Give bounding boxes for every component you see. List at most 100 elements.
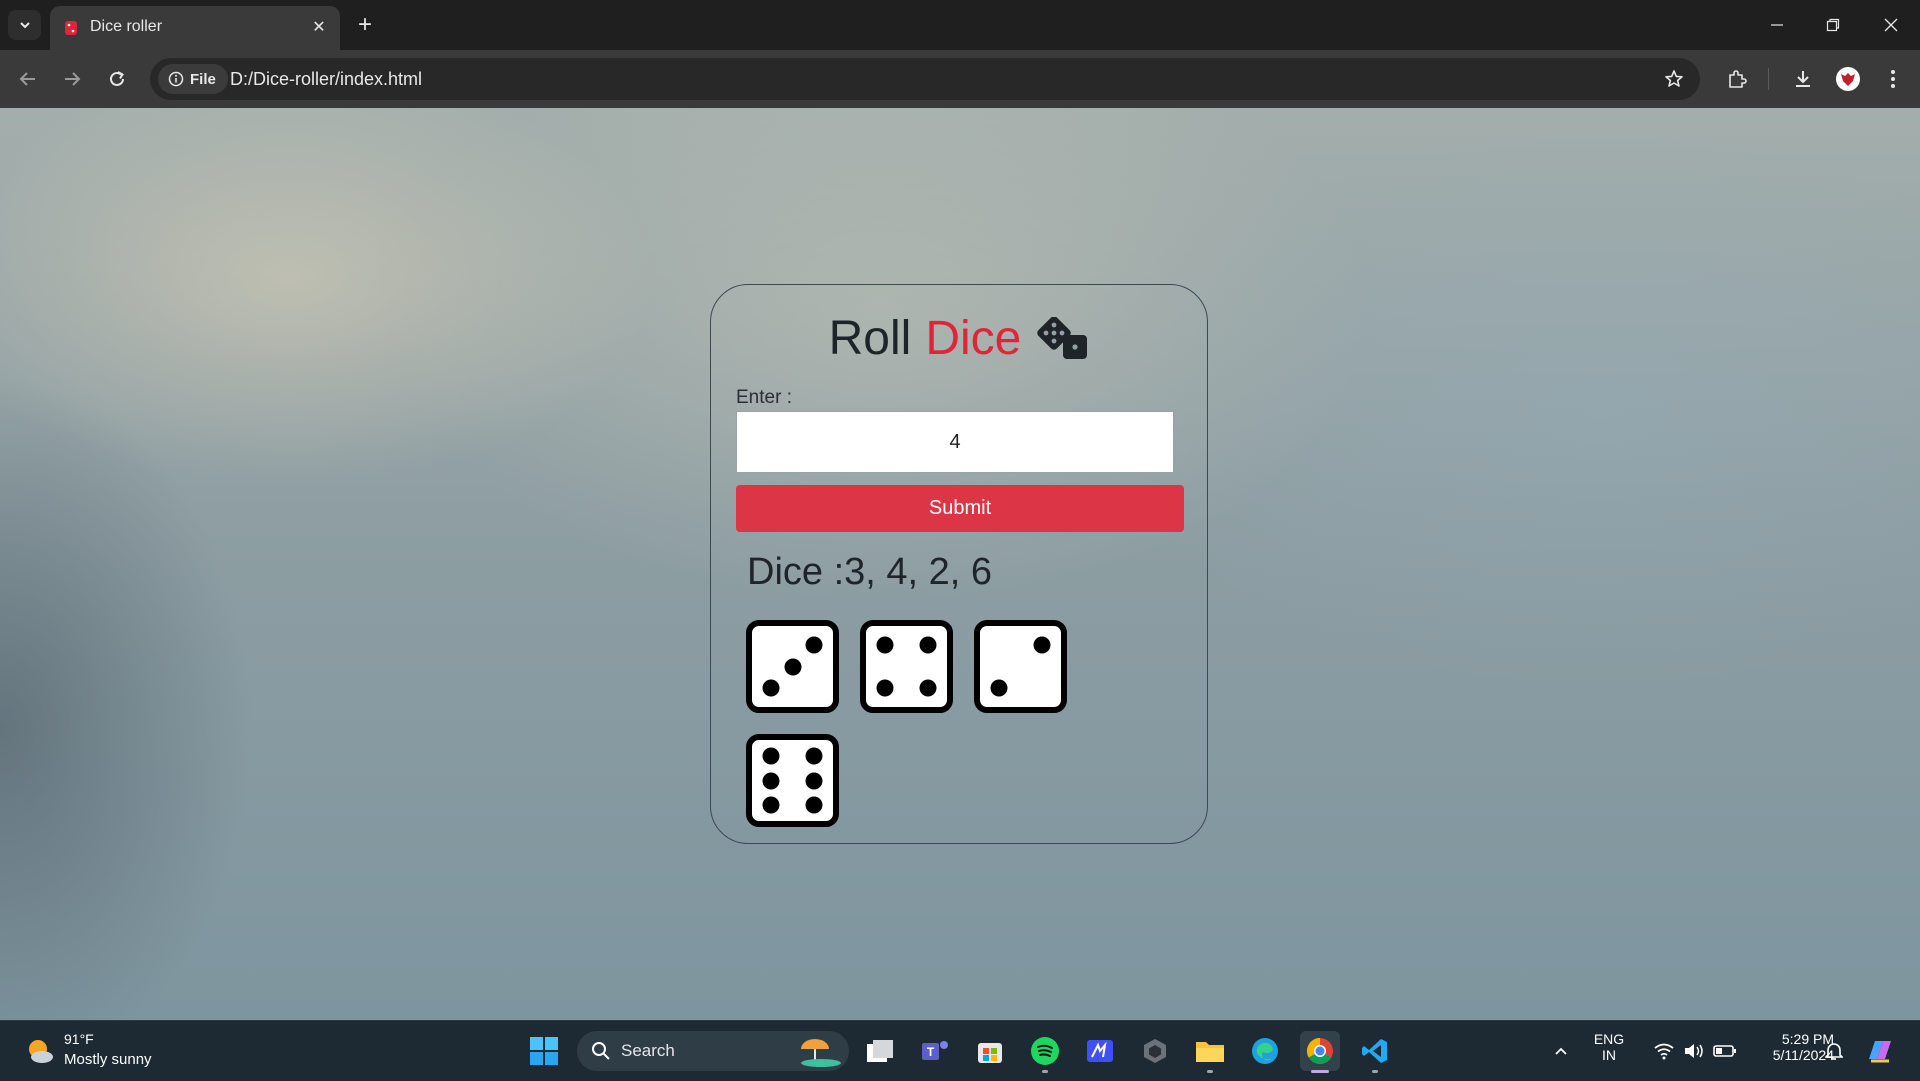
page-viewport: Roll Dice Enter : Submit Dice :3, 4, 2, …	[0, 108, 1920, 1020]
pen-app-icon	[1087, 1040, 1113, 1062]
profile-button[interactable]	[1833, 64, 1863, 94]
title-roll: Roll	[828, 312, 912, 365]
restore-icon	[1826, 18, 1840, 32]
close-icon	[1884, 18, 1898, 32]
back-button[interactable]	[12, 63, 44, 95]
tab-search-button[interactable]	[8, 10, 41, 40]
restore-button[interactable]	[1810, 8, 1856, 42]
marktext-app[interactable]	[1080, 1031, 1120, 1071]
puzzle-icon	[1729, 70, 1747, 88]
app-running-indicator	[1372, 1070, 1378, 1073]
tab-strip: Dice roller ✕ +	[0, 0, 1920, 50]
site-info-chip[interactable]: File	[158, 64, 228, 94]
toolbar-divider	[1768, 68, 1769, 90]
edge-icon	[1252, 1038, 1278, 1064]
chrome-app[interactable]	[1300, 1031, 1340, 1073]
die-pip	[876, 679, 894, 697]
title-dice: Dice	[925, 312, 1022, 365]
spotify-app[interactable]	[1025, 1031, 1065, 1073]
dice-result-values: 3, 4, 2, 6	[844, 551, 993, 593]
copilot-icon	[1869, 1041, 1891, 1063]
bell-icon	[1825, 1043, 1843, 1060]
app-running-indicator	[1207, 1070, 1213, 1073]
notifications-button[interactable]	[1814, 1031, 1854, 1071]
close-window-button[interactable]	[1868, 8, 1914, 42]
chevron-down-icon	[19, 22, 30, 29]
url-text[interactable]: D:/Dice-roller/index.html	[230, 69, 422, 90]
unity-app[interactable]	[1135, 1031, 1175, 1071]
die-face-6	[746, 734, 839, 827]
store-icon	[978, 1043, 1002, 1063]
forward-button[interactable]	[56, 63, 88, 95]
dice-result-label: Dice :	[747, 551, 845, 593]
edge-app[interactable]	[1245, 1031, 1285, 1071]
chrome-icon	[1306, 1037, 1333, 1065]
show-hidden-icons-button[interactable]	[1541, 1031, 1581, 1071]
taskbar-search[interactable]: Search	[577, 1031, 849, 1071]
die-pip	[762, 679, 780, 697]
arrow-right-icon	[65, 72, 81, 86]
die-pip	[762, 747, 780, 765]
dice-roller-card: Roll Dice Enter : Submit Dice :3, 4, 2, …	[710, 284, 1208, 844]
battery-icon	[1713, 1045, 1736, 1057]
teams-app[interactable]: T	[915, 1031, 955, 1071]
die-face-2	[974, 620, 1067, 713]
die-pip	[805, 636, 823, 654]
beach-umbrella-icon	[801, 1039, 841, 1067]
reload-icon	[110, 71, 124, 86]
die-pip	[805, 747, 823, 765]
dice-count-input[interactable]	[736, 411, 1174, 473]
info-icon	[168, 71, 184, 87]
region-code: IN	[1602, 1047, 1616, 1063]
arrow-left-icon	[19, 72, 35, 86]
language-indicator[interactable]: ENG IN	[1590, 1031, 1628, 1063]
die-pip	[876, 636, 894, 654]
windows-logo-icon	[530, 1037, 558, 1065]
weather-sun-cloud-icon	[29, 1040, 53, 1063]
page-title: Roll Dice	[711, 311, 1207, 366]
submit-button[interactable]: Submit	[736, 485, 1184, 532]
die-face-3	[746, 620, 839, 713]
close-tab-icon[interactable]: ✕	[308, 16, 330, 38]
dice-grid	[746, 620, 1146, 827]
dice-favicon-icon	[65, 21, 77, 35]
store-app[interactable]	[970, 1031, 1010, 1071]
teams-icon: T	[922, 1041, 948, 1060]
star-icon	[1665, 70, 1683, 87]
minimize-button[interactable]	[1754, 8, 1800, 42]
die-pip	[762, 772, 780, 789]
task-view-button[interactable]	[860, 1031, 900, 1071]
new-tab-button[interactable]: +	[352, 12, 378, 38]
tab-dice-roller[interactable]: Dice roller ✕	[50, 6, 340, 50]
site-chip-label: File	[190, 70, 216, 88]
die-pip	[919, 636, 937, 654]
die-pip	[805, 796, 823, 814]
extensions-button[interactable]	[1722, 64, 1752, 94]
die-pip	[990, 679, 1008, 697]
vscode-app[interactable]	[1355, 1031, 1395, 1073]
search-label: Search	[621, 1041, 675, 1060]
weather-temperature: 91°F	[64, 1031, 94, 1047]
address-bar[interactable]: File D:/Dice-roller/index.html	[150, 58, 1700, 100]
wifi-icon	[1654, 1043, 1674, 1060]
downloads-button[interactable]	[1788, 64, 1818, 94]
avatar-icon	[1836, 67, 1860, 91]
die-pip	[762, 796, 780, 814]
dice-icon	[1037, 316, 1088, 359]
menu-button[interactable]	[1878, 64, 1908, 94]
bookmark-button[interactable]	[1662, 67, 1686, 91]
reload-button[interactable]	[101, 63, 133, 95]
svg-text:T: T	[927, 1045, 935, 1059]
file-explorer-app[interactable]	[1190, 1031, 1230, 1073]
start-button[interactable]	[524, 1031, 564, 1071]
search-icon	[592, 1042, 610, 1060]
quick-settings-button[interactable]	[1640, 1031, 1750, 1071]
cube-icon	[1144, 1039, 1166, 1063]
copilot-button[interactable]	[1860, 1031, 1900, 1071]
task-view-icon	[867, 1040, 893, 1062]
taskbar: 91°F Mostly sunny Search T ENG IN 5:29 P…	[0, 1020, 1920, 1081]
die-face-4	[860, 620, 953, 713]
die-pip	[805, 772, 823, 789]
app-running-indicator	[1042, 1070, 1048, 1073]
die-pip	[784, 658, 801, 675]
